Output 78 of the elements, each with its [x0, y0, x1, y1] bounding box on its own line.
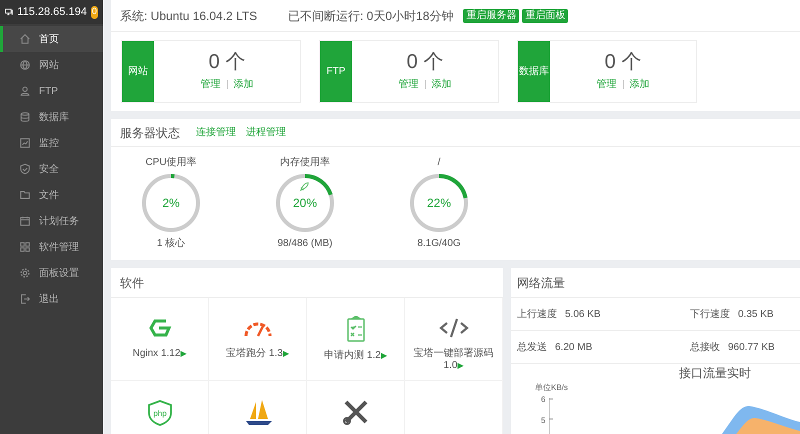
item-count: 0 个	[604, 51, 642, 73]
stat-label: 上行速度	[517, 308, 557, 322]
grid-icon	[19, 241, 31, 253]
card-link[interactable]: 管理	[398, 77, 418, 92]
card-label: FTP	[320, 41, 352, 102]
card-link[interactable]: 添加	[432, 77, 452, 92]
monitor-icon	[5, 6, 14, 18]
axis-tick-label: 6	[541, 394, 546, 406]
stat-value: 0.35 KB	[738, 308, 774, 322]
user-icon	[19, 85, 31, 97]
gauge-detail: 1 核心	[156, 236, 186, 251]
stat-label: 下行速度	[690, 308, 730, 322]
restart-button[interactable]: 重启服务器	[463, 8, 520, 22]
nav-item[interactable]: 首页	[0, 26, 103, 52]
settings-icon	[19, 267, 31, 279]
status-link[interactable]: 进程管理	[246, 125, 286, 140]
gauge-detail: 98/486 (MB)	[277, 237, 333, 251]
nav-item[interactable]: 监控	[0, 130, 103, 156]
php-shield-icon: php	[146, 399, 174, 427]
software-name: 申请内测 1.2▶	[324, 350, 387, 362]
database-icon	[19, 111, 31, 123]
nav-item[interactable]: 软件管理	[0, 234, 103, 260]
stat-label: 总发送	[517, 340, 547, 354]
code-icon	[438, 316, 470, 340]
gauge-detail: 8.1G/40G	[417, 237, 461, 251]
card-link[interactable]: 添加	[630, 77, 650, 92]
software-tile[interactable]: php	[111, 381, 209, 434]
gauge-percent: 2%	[161, 195, 181, 211]
item-count: 0 个	[208, 51, 246, 73]
panel-title: 网络流量	[517, 274, 565, 292]
globe-icon	[19, 59, 31, 71]
axis-unit-label: 单位KB/s	[535, 382, 568, 394]
card-label: 网站	[122, 41, 154, 102]
software-tile[interactable]: 宝塔跑分 1.3▶	[209, 298, 307, 381]
item-count: 0 个	[406, 51, 444, 73]
panel-title: 软件	[120, 274, 144, 292]
nav-item[interactable]: 安全	[0, 156, 103, 182]
software-name: 宝塔跑分 1.3▶	[226, 348, 289, 360]
gauge-label: /	[438, 156, 440, 170]
nav-item[interactable]: 文件	[0, 182, 103, 208]
calendar-icon	[19, 215, 31, 227]
tools-icon	[340, 399, 370, 427]
stat-value: 6.20 MB	[555, 340, 592, 354]
system-info: 系统: Ubuntu 16.04.2 LTS	[120, 8, 258, 24]
axis-tick-label: 5	[541, 415, 546, 427]
nav-item[interactable]: 面板设置	[0, 260, 103, 286]
home-icon	[19, 33, 31, 45]
nav-item[interactable]: 数据库	[0, 104, 103, 130]
card-link[interactable]: 添加	[234, 77, 254, 92]
host-address: 115.28.65.194	[17, 4, 87, 20]
nav-item[interactable]: 退出	[0, 286, 103, 312]
software-tile[interactable]: 宝塔一键部署源码 1.0▶	[405, 298, 503, 381]
gauge-label: 内存使用率	[280, 156, 330, 170]
software-name: 宝塔一键部署源码 1.0▶	[412, 348, 494, 372]
exit-icon	[19, 293, 31, 305]
gauge-label: CPU使用率	[145, 156, 197, 170]
nav-item[interactable]: 网站	[0, 52, 103, 78]
gauge-percent: 20%	[292, 195, 318, 211]
card-label: 数据库	[518, 41, 550, 102]
status-link[interactable]: 连接管理	[196, 125, 236, 140]
shield-icon	[19, 163, 31, 175]
panel-title: 服务器状态	[120, 124, 180, 142]
chart-icon	[19, 137, 31, 149]
chart-title: 接口流量实时	[679, 365, 751, 382]
nav-item[interactable]: 计划任务	[0, 208, 103, 234]
stat-label: 总接收	[690, 340, 720, 354]
folder-icon	[19, 189, 31, 201]
nav-item[interactable]: FTP	[0, 78, 103, 104]
gauge-percent: 22%	[426, 195, 452, 211]
stat-value: 960.77 KB	[728, 340, 775, 354]
software-tile[interactable]: Nginx 1.12▶	[111, 298, 209, 381]
restart-button[interactable]: 重启面板	[522, 8, 568, 22]
uptime-text: 已不间断运行: 0天0小时18分钟	[288, 8, 454, 24]
card-link[interactable]: 管理	[596, 77, 616, 92]
card-link[interactable]: 管理	[200, 77, 220, 92]
software-tile[interactable]: 申请内测 1.2▶	[307, 298, 405, 381]
software-name: Nginx 1.12▶	[132, 348, 186, 360]
stat-value: 5.06 KB	[565, 308, 601, 322]
